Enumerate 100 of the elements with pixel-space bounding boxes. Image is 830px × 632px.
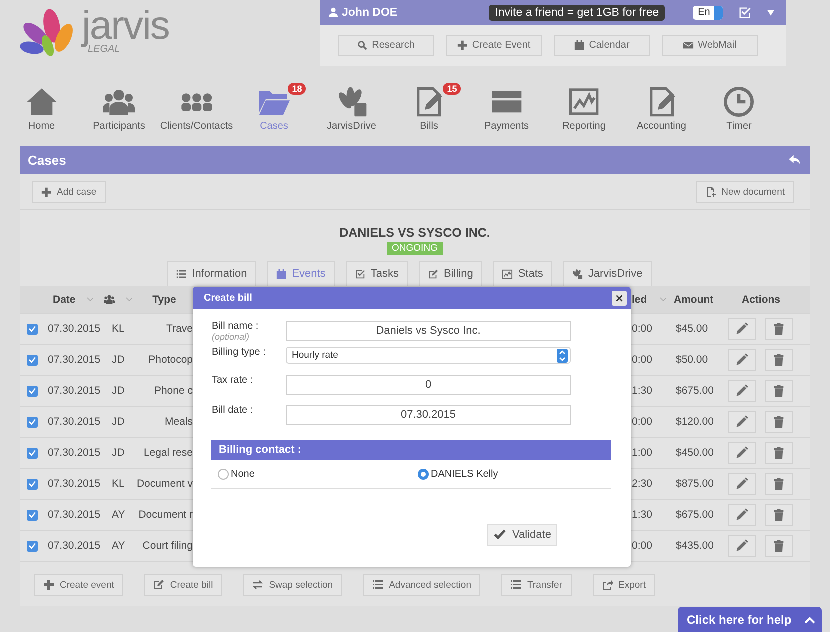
- delete-button[interactable]: [765, 504, 793, 526]
- edit-icon: [153, 579, 166, 591]
- input-field[interactable]: 07.30.2015: [286, 405, 571, 425]
- export-icon: [602, 579, 614, 591]
- input-field[interactable]: 0: [286, 375, 571, 395]
- trash-icon: [772, 353, 786, 367]
- list-icon: [510, 579, 522, 591]
- table-cell: 1:30: [632, 509, 652, 521]
- plus-icon: [43, 579, 55, 591]
- nav-item[interactable]: Timer: [700, 86, 778, 132]
- tab[interactable]: Information: [167, 261, 256, 286]
- radio-label[interactable]: None: [231, 468, 255, 480]
- invite-banner[interactable]: Invite a friend = get 1GB for free: [489, 4, 666, 20]
- chevron-down-icon: [125, 295, 134, 304]
- footer-button[interactable]: Create event: [34, 574, 124, 596]
- edit-button[interactable]: [728, 318, 756, 340]
- help-button[interactable]: Click here for help: [678, 607, 822, 632]
- pencil-icon: [735, 539, 749, 553]
- edit-button[interactable]: [728, 442, 756, 464]
- toolbar-button[interactable]: Calendar: [554, 35, 650, 56]
- table-cell: $45.00: [676, 323, 708, 335]
- delete-button[interactable]: [765, 349, 793, 371]
- delete-button[interactable]: [765, 442, 793, 464]
- table-cell: Photocop: [148, 354, 193, 366]
- add-case-button[interactable]: Add case: [32, 181, 106, 203]
- tab[interactable]: JarvisDrive: [563, 261, 652, 286]
- column-header[interactable]: led: [632, 294, 668, 306]
- checkbox[interactable]: [26, 354, 38, 366]
- tab[interactable]: Events: [267, 261, 335, 286]
- close-button[interactable]: [612, 290, 627, 306]
- toolbar-button[interactable]: Research: [338, 35, 434, 56]
- checkbox[interactable]: [26, 448, 38, 458]
- table-cell: $450.00: [676, 447, 714, 459]
- language-select[interactable]: En: [693, 6, 724, 20]
- tab[interactable]: Billing: [418, 261, 482, 286]
- nav-item[interactable]: Clients/Contacts: [158, 86, 236, 132]
- footer-button[interactable]: Export: [592, 574, 655, 596]
- tab[interactable]: Tasks: [346, 261, 408, 286]
- nav-item[interactable]: 15 Bills: [390, 86, 468, 132]
- nav-item[interactable]: Payments: [468, 86, 546, 132]
- table-cell: 0:00: [632, 323, 652, 335]
- dialog-title: Create bill: [204, 292, 252, 304]
- delete-button[interactable]: [765, 318, 793, 340]
- checkbox[interactable]: [26, 324, 38, 334]
- pencil-icon: [735, 477, 749, 491]
- nav-item[interactable]: Participants: [80, 86, 158, 132]
- checkbox[interactable]: [26, 540, 38, 552]
- edit-button[interactable]: [728, 349, 756, 371]
- validate-button[interactable]: Validate: [487, 524, 557, 546]
- toolbar-button[interactable]: Create Event: [446, 35, 542, 56]
- table-cell: 07.30.2015: [48, 385, 101, 397]
- status-badge: ONGOING: [387, 242, 443, 255]
- checkbox[interactable]: [26, 478, 38, 490]
- radio-label[interactable]: DANIELS Kelly: [431, 468, 498, 480]
- nav-item[interactable]: Reporting: [546, 86, 623, 132]
- edit-button[interactable]: [728, 504, 756, 526]
- billing-contact-title: Billing contact :: [219, 444, 302, 456]
- edit-button[interactable]: [728, 380, 756, 402]
- column-header[interactable]: Amount: [674, 294, 714, 306]
- footer-button[interactable]: Swap selection: [243, 574, 342, 596]
- billing-type-select[interactable]: Hourly rate: [286, 347, 571, 364]
- checkbox[interactable]: [26, 510, 38, 520]
- checkbox[interactable]: [26, 416, 38, 428]
- nav-item[interactable]: Home: [3, 86, 80, 132]
- new-document-button[interactable]: New document: [696, 181, 794, 203]
- nav-item[interactable]: Accounting: [623, 86, 700, 132]
- undo-icon: [788, 153, 802, 167]
- edit-button[interactable]: [728, 411, 756, 433]
- delete-button[interactable]: [765, 535, 793, 557]
- nav-item[interactable]: JarvisDrive: [313, 86, 390, 132]
- table-cell: JD: [112, 354, 125, 366]
- trash-icon: [772, 508, 786, 522]
- table-cell: 07.30.2015: [48, 447, 101, 459]
- footer-button[interactable]: Create bill: [144, 574, 222, 596]
- delete-button[interactable]: [765, 411, 793, 433]
- column-header[interactable]: [104, 294, 134, 305]
- radio-button[interactable]: [218, 468, 229, 480]
- radio-button[interactable]: [418, 468, 429, 480]
- calendar-icon: [276, 268, 288, 280]
- search-icon: [357, 40, 368, 51]
- input-field[interactable]: Daniels vs Sysco Inc.: [286, 321, 571, 341]
- checkbox[interactable]: [26, 386, 38, 396]
- footer-button[interactable]: Advanced selection: [363, 574, 480, 596]
- tab[interactable]: Stats: [493, 261, 552, 286]
- table-cell: $875.00: [676, 478, 714, 490]
- checkbox-icon: [354, 268, 366, 280]
- edit-button[interactable]: [728, 535, 756, 557]
- footer-button[interactable]: Transfer: [501, 574, 572, 596]
- edit-button[interactable]: [728, 473, 756, 495]
- column-header[interactable]: Type: [152, 294, 176, 306]
- column-header[interactable]: Date: [53, 294, 95, 306]
- nav-item[interactable]: 18 Cases: [236, 86, 313, 132]
- table-cell: JD: [112, 385, 125, 397]
- table-cell: 07.30.2015: [48, 540, 101, 552]
- delete-button[interactable]: [765, 380, 793, 402]
- user-name[interactable]: John DOE: [342, 6, 398, 18]
- column-header[interactable]: Actions: [742, 294, 781, 306]
- table-cell: JD: [112, 416, 125, 428]
- delete-button[interactable]: [765, 473, 793, 495]
- toolbar-button[interactable]: WebMail: [662, 35, 758, 56]
